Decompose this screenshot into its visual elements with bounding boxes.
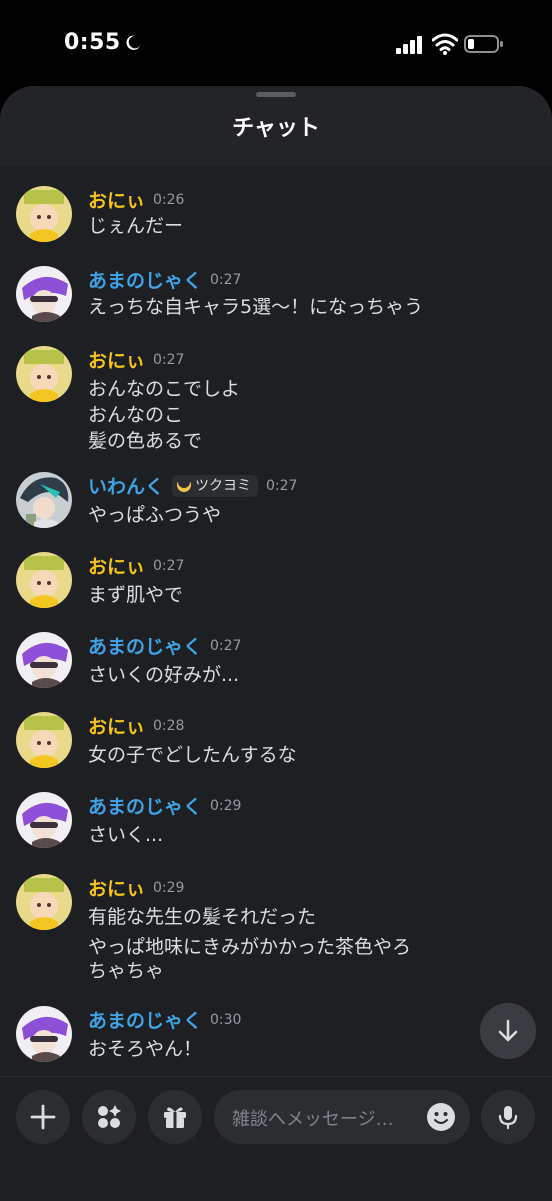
apps-icon xyxy=(98,1105,121,1128)
microphone-icon xyxy=(498,1106,518,1130)
author-name[interactable]: いわんく xyxy=(88,476,164,498)
avatar[interactable] xyxy=(16,632,72,688)
author-name[interactable]: あまのじゃく xyxy=(88,636,202,658)
message-text: おんなのこ xyxy=(88,404,184,426)
arrow-down-icon xyxy=(498,1019,518,1042)
message-text: 有能な先生の髪それだった xyxy=(88,906,317,928)
sheet-header: チャット xyxy=(0,86,552,166)
message-header: あまのじゃく 0:27 xyxy=(88,632,241,658)
message-composer: 雑談へメッセージ… xyxy=(0,1076,552,1201)
timestamp: 0:27 xyxy=(210,637,242,654)
avatar[interactable] xyxy=(16,792,72,848)
timestamp: 0:29 xyxy=(210,797,242,814)
avatar[interactable] xyxy=(16,346,72,402)
timestamp: 0:27 xyxy=(210,271,242,288)
timestamp: 0:27 xyxy=(153,351,185,368)
author-name[interactable]: おにぃ xyxy=(88,190,145,212)
avatar[interactable] xyxy=(16,472,72,528)
avatar[interactable] xyxy=(16,186,72,242)
role-name: ツクヨミ xyxy=(195,477,252,494)
message-header: おにぃ 0:27 xyxy=(88,346,184,372)
avatar[interactable] xyxy=(16,552,72,608)
message-header: おにぃ 0:29 xyxy=(88,874,184,900)
status-bar: 0:55 xyxy=(0,0,552,88)
avatar[interactable] xyxy=(16,712,72,768)
role-badge[interactable]: ツクヨミ xyxy=(172,474,259,497)
message-text: おそろやん！ xyxy=(88,1038,203,1060)
plus-icon xyxy=(30,1104,56,1130)
message-text: さいく... xyxy=(88,824,164,846)
message-header: あまのじゃく 0:27 xyxy=(88,266,241,292)
timestamp: 0:27 xyxy=(153,557,185,574)
apps-button[interactable] xyxy=(82,1090,136,1144)
message-text: おんなのこでしよ xyxy=(88,378,241,400)
message-header: おにぃ 0:26 xyxy=(88,186,184,212)
timestamp: 0:29 xyxy=(153,879,185,896)
add-button[interactable] xyxy=(16,1090,70,1144)
author-name[interactable]: おにぃ xyxy=(88,716,145,738)
message-header: あまのじゃく 0:30 xyxy=(88,1006,241,1032)
input-placeholder: 雑談へメッセージ… xyxy=(232,1109,394,1130)
avatar[interactable] xyxy=(16,874,72,930)
timestamp: 0:28 xyxy=(153,717,185,734)
message-text: 髪の色あるで xyxy=(88,430,203,452)
chat-sheet: チャット xyxy=(0,86,552,1200)
message-header: いわんく ツクヨミ 0:27 xyxy=(88,472,297,498)
timestamp: 0:26 xyxy=(153,191,185,208)
scroll-to-bottom-button[interactable] xyxy=(480,1003,536,1059)
moon-badge-icon xyxy=(177,476,192,492)
message-text: 女の子でどしたんするな xyxy=(88,744,297,766)
status-time: 0:55 xyxy=(64,30,121,55)
avatar[interactable] xyxy=(16,1006,72,1062)
message-text: ちゃちゃ xyxy=(88,960,165,982)
author-name[interactable]: おにぃ xyxy=(88,556,145,578)
moon-icon xyxy=(126,35,141,50)
message-text: じぇんだー xyxy=(88,215,184,237)
author-name[interactable]: あまのじゃく xyxy=(88,796,202,818)
timestamp: 0:30 xyxy=(210,1011,242,1028)
message-text: やっぱ地味にきみがかかった茶色やろ xyxy=(88,936,412,958)
signal-icon xyxy=(396,36,422,54)
drag-handle[interactable] xyxy=(256,92,296,97)
message-header: あまのじゃく 0:29 xyxy=(88,792,241,818)
emoji-icon[interactable] xyxy=(426,1102,456,1132)
page-title: チャット xyxy=(232,116,320,141)
wifi-icon xyxy=(432,33,458,55)
author-name[interactable]: あまのじゃく xyxy=(88,270,202,292)
message-header: おにぃ 0:28 xyxy=(88,712,184,738)
message-text: まず肌やで xyxy=(88,584,184,606)
avatar[interactable] xyxy=(16,266,72,322)
voice-button[interactable] xyxy=(481,1090,535,1144)
gift-icon xyxy=(164,1107,186,1128)
battery-icon xyxy=(464,35,503,53)
gift-button[interactable] xyxy=(148,1090,202,1144)
author-name[interactable]: あまのじゃく xyxy=(88,1010,202,1032)
timestamp: 0:27 xyxy=(266,477,298,494)
message-input[interactable]: 雑談へメッセージ… xyxy=(214,1090,470,1144)
message-text: さいくの好みが... xyxy=(88,664,240,686)
message-text: えっちな自キャラ5選〜！になっちゃう xyxy=(88,296,424,318)
message-text: やっぱふつうや xyxy=(88,504,222,526)
author-name[interactable]: おにぃ xyxy=(88,878,145,900)
author-name[interactable]: おにぃ xyxy=(88,350,145,372)
message-header: おにぃ 0:27 xyxy=(88,552,184,578)
